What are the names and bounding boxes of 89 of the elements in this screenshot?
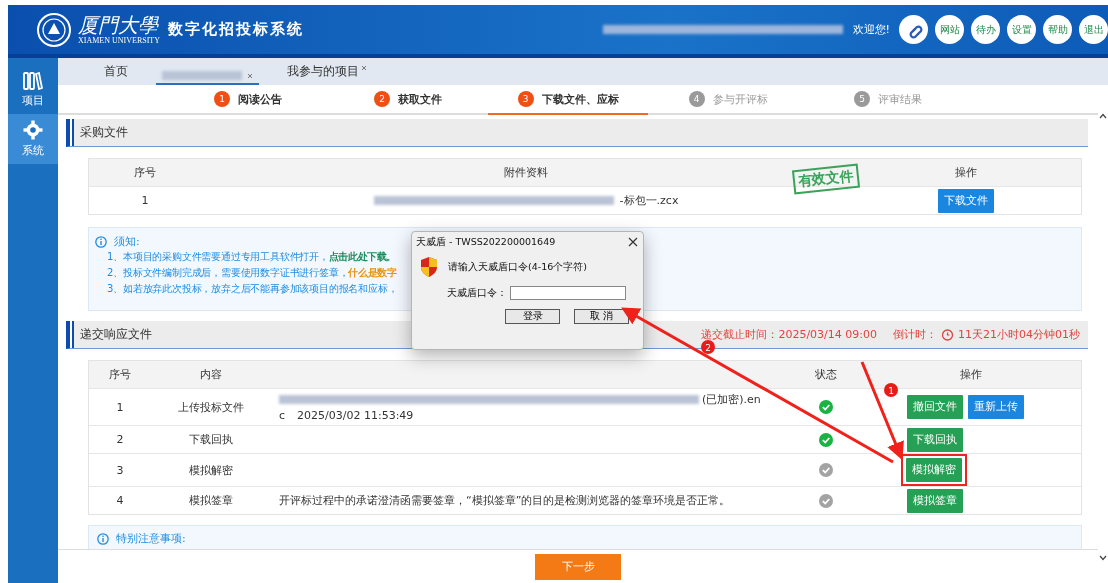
info-icon — [97, 532, 109, 545]
step-number: 3 — [517, 91, 534, 107]
table-cell-text: 模拟签章 — [188, 493, 234, 508]
link-button[interactable] — [899, 15, 928, 44]
column-header: 状态 — [814, 367, 838, 382]
step-number: 5 — [854, 91, 870, 107]
password-field[interactable] — [510, 286, 626, 300]
countdown-text: 11天21小时04分钟01秒 — [958, 327, 1080, 342]
step-label: 评审结果 — [878, 91, 922, 107]
header-button[interactable]: 待办 — [971, 15, 1000, 44]
tab[interactable]: 首页 — [98, 59, 134, 85]
description-text: 开评标过程中的承诺澄清函需要签章，“模拟签章”的目的是检测浏览器的签章环境是否正常。 — [279, 493, 731, 508]
column-header: 操作 — [955, 165, 977, 180]
seal-icon — [36, 11, 72, 48]
file-name: -标包一.zcx — [619, 193, 679, 208]
header-button[interactable]: 设置 — [1007, 15, 1036, 44]
step-tab[interactable]: 1 阅读公告 — [168, 85, 328, 115]
info-icon — [95, 235, 107, 248]
university-name: 厦門大學 — [78, 14, 160, 36]
dialog-prompt: 请输入天威盾口令(4-16个字符) — [448, 260, 587, 274]
scrollbar[interactable] — [1098, 113, 1108, 561]
step-label: 下载文件、应标 — [541, 91, 619, 107]
notice-title: 须知: — [114, 234, 140, 249]
section-title: 递交响应文件 — [80, 326, 152, 343]
table-cell-text: 4 — [115, 494, 125, 507]
table-cell-text: 1 — [140, 194, 150, 207]
file-name: (已加密).en — [702, 392, 761, 407]
step-tab[interactable]: 4 参与开评标 — [648, 85, 808, 115]
countdown-label: 倒计时： — [893, 327, 937, 342]
shield-icon — [420, 256, 438, 278]
table-cell-text: 模拟解密 — [188, 462, 234, 478]
table-cell-text: 1 — [115, 400, 125, 414]
column-header: 操作 — [959, 367, 983, 382]
notice-text: 3、如若放弃此次投标，放弃之后不能再参加该项目的报名和应标， — [107, 283, 398, 294]
step-number: 1 — [214, 91, 230, 107]
step-tab[interactable]: 2 获取文件 — [328, 85, 488, 115]
deadline-text: 递交截止时间：2025/03/14 09:00 — [701, 327, 877, 342]
column-header: 附件资料 — [504, 165, 548, 180]
notice-title: 特别注意事项: — [116, 531, 186, 546]
scroll-down-icon — [1099, 555, 1107, 561]
welcome-text: 欢迎您! — [852, 22, 890, 37]
sidebar-item[interactable]: 系统 — [8, 114, 58, 164]
step-tab[interactable]: 3 下载文件、应标 — [488, 85, 648, 115]
settings-icon — [23, 120, 43, 140]
action-button[interactable]: 模拟签章 — [907, 488, 963, 513]
column-header: 内容 — [199, 367, 223, 382]
books-icon — [23, 72, 43, 90]
step-badge: 1 — [884, 383, 898, 397]
upload-time: 2025/03/02 11:53:49 — [297, 409, 414, 422]
action-button[interactable]: 重新上传 — [968, 395, 1024, 419]
header-button[interactable]: 网站 — [935, 15, 964, 44]
dialog-title: 天威盾 - TWSS202200001649 — [416, 235, 556, 249]
download-button[interactable]: 下载文件 — [938, 188, 994, 213]
next-button[interactable]: 下一步 — [535, 553, 621, 580]
table-cell-text: 上传投标文件 — [177, 399, 245, 415]
header-button[interactable]: 退出 — [1079, 15, 1108, 44]
cancel-button[interactable]: 取 消 — [574, 309, 629, 324]
system-title: 数字化招投标系统 — [168, 20, 304, 39]
notice-text: 2、投标文件编制完成后，需要使用数字证书进行签章， — [107, 267, 349, 278]
notice-text: 1、本项目的采购文件需要通过专用工具软件打开， — [107, 251, 329, 262]
close-button[interactable] — [628, 237, 638, 247]
step-label: 获取文件 — [398, 91, 442, 107]
login-button[interactable]: 登录 — [505, 309, 560, 324]
valid-file-stamp: 有效文件 — [791, 163, 861, 195]
field-label: 天威盾口令： — [447, 286, 507, 300]
clock-icon — [941, 328, 954, 341]
close-icon — [628, 237, 638, 247]
action-button[interactable]: 撤回文件 — [907, 395, 963, 419]
step-badge: 2 — [701, 340, 715, 354]
step-label: 参与开评标 — [712, 91, 768, 107]
column-header: 序号 — [134, 165, 156, 180]
action-button[interactable]: 下载回执 — [907, 427, 963, 452]
notice-link[interactable]: 点击此处下载。 — [328, 251, 396, 262]
file-name: c — [279, 409, 286, 422]
table-cell-text: 下载回执 — [188, 432, 234, 447]
step-tab[interactable]: 5 评审结果 — [808, 85, 968, 115]
column-header: 序号 — [108, 367, 132, 382]
action-button[interactable]: 模拟解密 — [906, 458, 962, 482]
header-button[interactable]: 帮助 — [1043, 15, 1072, 44]
step-label: 阅读公告 — [238, 91, 282, 107]
step-number: 2 — [374, 91, 390, 107]
step-number: 4 — [688, 91, 705, 107]
table-cell-text: 3 — [115, 463, 125, 477]
table-cell-text: 2 — [115, 433, 125, 446]
scroll-up-icon — [1099, 113, 1107, 119]
university-english-name: XIAMEN UNIVERSITY — [78, 36, 160, 45]
section-title: 采购文件 — [80, 124, 128, 141]
tab[interactable]: 我参与的项目 — [281, 59, 373, 85]
sidebar-item[interactable]: 项目 — [8, 66, 58, 114]
